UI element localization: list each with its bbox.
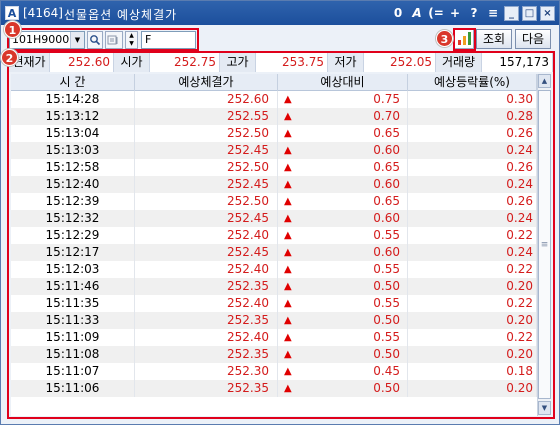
minimize-button[interactable]: _ xyxy=(504,5,519,21)
help-icon[interactable]: ? xyxy=(466,5,482,21)
lookup-button[interactable]: 조회 xyxy=(476,29,512,49)
annotation-badge: 3 xyxy=(436,30,453,47)
screen-code: [4164] xyxy=(23,6,63,20)
maximize-button[interactable]: □ xyxy=(522,5,537,21)
menu-icon[interactable]: ≡ xyxy=(485,5,501,21)
zero-icon[interactable]: 0 xyxy=(390,5,406,21)
window: A [4164] 선물옵션 예상체결가 0 A (= + ? ≡ _ □ × 1… xyxy=(0,0,560,425)
title-bar: A [4164] 선물옵션 예상체결가 0 A (= + ? ≡ _ □ × xyxy=(1,1,559,25)
annotation-frame xyxy=(453,28,476,51)
annotation-badge: 1 xyxy=(4,21,21,38)
annotation-frame xyxy=(7,28,199,51)
close-button[interactable]: × xyxy=(540,5,555,21)
font-icon[interactable]: A xyxy=(409,5,425,21)
app-icon: A xyxy=(5,6,19,20)
annotation-frame xyxy=(7,51,555,419)
window-title: 선물옵션 예상체결가 xyxy=(64,8,178,22)
next-button[interactable]: 다음 xyxy=(515,29,551,49)
link-icon[interactable]: (= xyxy=(428,5,444,21)
annotation-badge: 2 xyxy=(1,49,18,66)
pin-icon[interactable]: + xyxy=(447,5,463,21)
